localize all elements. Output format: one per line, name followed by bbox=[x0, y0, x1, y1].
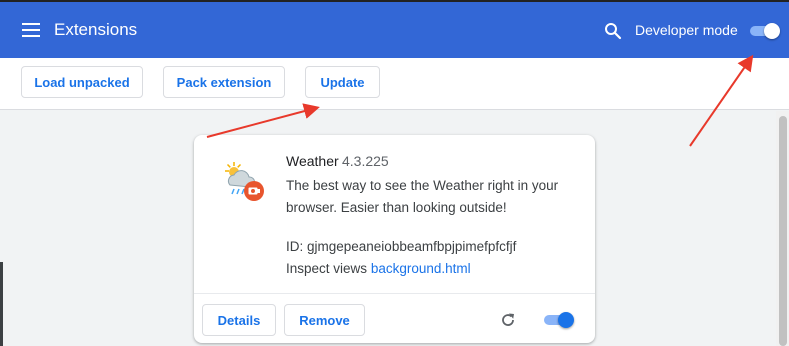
toggle-thumb bbox=[558, 312, 574, 328]
page-scrollbar[interactable] bbox=[776, 111, 789, 346]
scrollbar-thumb[interactable] bbox=[779, 116, 787, 346]
weather-cloud-sun-icon bbox=[225, 162, 264, 201]
arrow-to-update bbox=[206, 103, 320, 138]
developer-toolbar: Load unpacked Pack extension Update bbox=[0, 58, 789, 110]
remove-button[interactable]: Remove bbox=[284, 304, 365, 336]
extension-card: Weather 4.3.225 The best way to see the … bbox=[194, 135, 595, 343]
inspect-views: Inspect views background.html bbox=[286, 261, 471, 276]
app-header: Extensions Developer mode bbox=[0, 0, 789, 58]
developer-mode-toggle[interactable] bbox=[748, 23, 780, 39]
load-unpacked-button[interactable]: Load unpacked bbox=[21, 66, 143, 98]
menu-icon[interactable] bbox=[22, 23, 40, 37]
inspect-views-label: Inspect views bbox=[286, 261, 368, 276]
page-title: Extensions bbox=[54, 20, 138, 39]
extension-id: ID: gjmgepeaneiobbeamfbpjpimefpfcfjf bbox=[286, 239, 517, 254]
extension-name: Weather bbox=[286, 153, 339, 169]
search-icon[interactable] bbox=[604, 22, 622, 40]
extension-version: 4.3.225 bbox=[342, 153, 389, 169]
toggle-thumb bbox=[764, 23, 780, 39]
update-button[interactable]: Update bbox=[305, 66, 380, 98]
card-footer: Details Remove bbox=[194, 293, 595, 343]
background-page-link[interactable]: background.html bbox=[371, 261, 471, 276]
left-window-edge bbox=[0, 262, 3, 346]
developer-mode-label: Developer mode bbox=[635, 22, 738, 38]
extension-description: The best way to see the Weather right in… bbox=[286, 178, 559, 215]
reload-icon[interactable] bbox=[500, 312, 516, 328]
extension-enable-toggle[interactable] bbox=[542, 312, 574, 328]
details-button[interactable]: Details bbox=[202, 304, 276, 336]
pack-extension-button[interactable]: Pack extension bbox=[163, 66, 285, 98]
